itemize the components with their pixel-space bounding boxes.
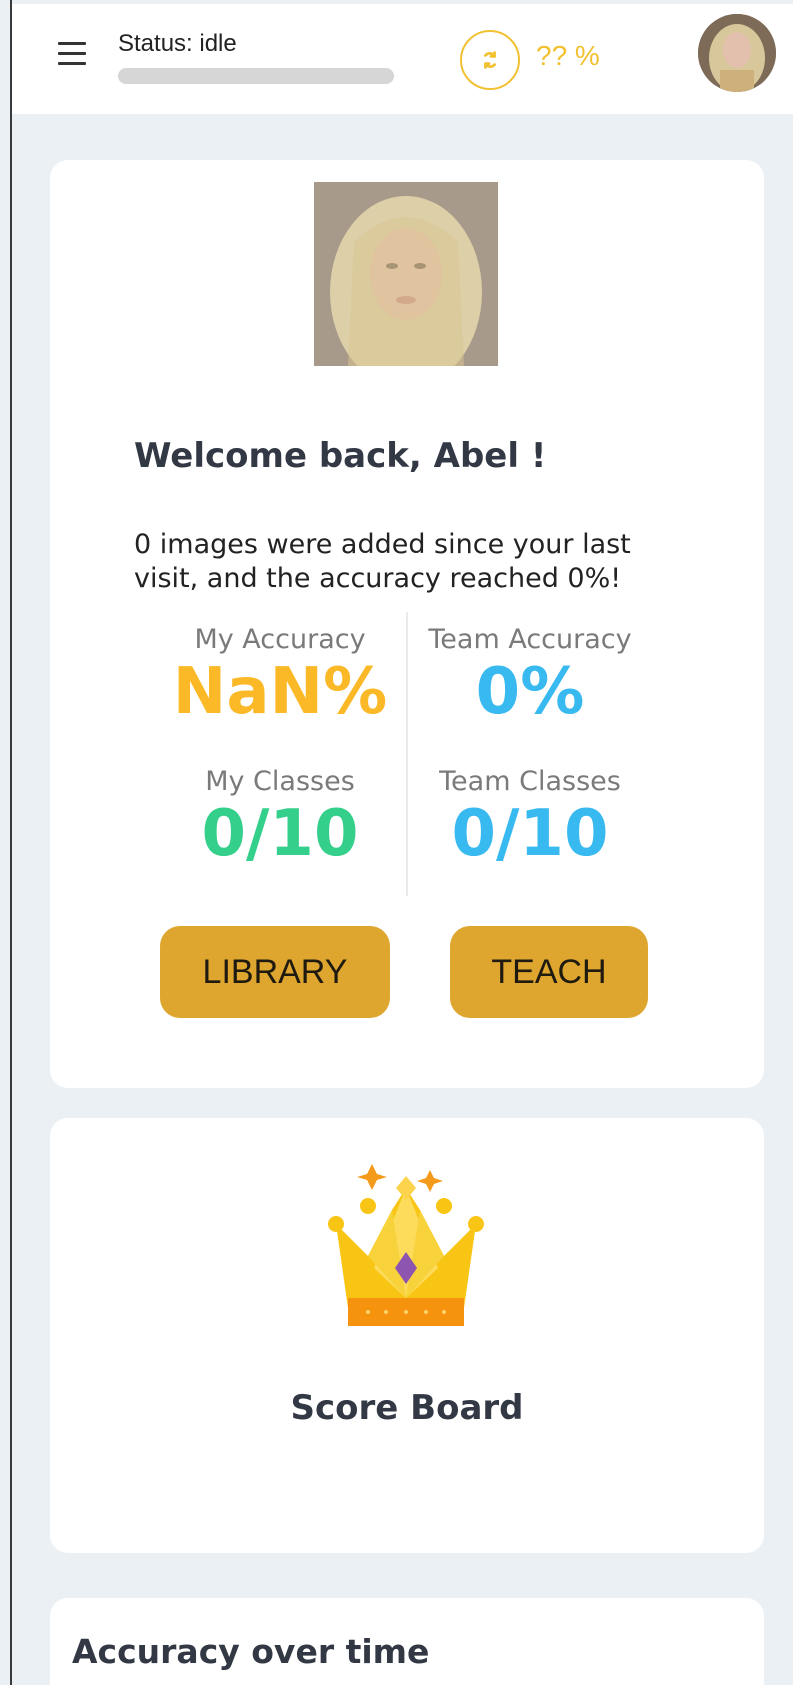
status-text: Status: idle xyxy=(118,30,237,57)
accuracy-percent-text: ?? % xyxy=(536,40,600,71)
teach-button[interactable]: TEACH xyxy=(450,926,648,1018)
team-classes-stat: Team Classes 0/10 xyxy=(400,766,660,871)
library-button[interactable]: LIBRARY xyxy=(160,926,390,1018)
crown-icon xyxy=(328,1164,484,1326)
top-bar: Status: idle ?? % xyxy=(12,4,793,114)
team-classes-value: 0/10 xyxy=(451,797,609,871)
sync-button[interactable] xyxy=(460,30,520,90)
team-classes-label: Team Classes xyxy=(439,766,621,797)
my-accuracy-value: NaN% xyxy=(172,655,388,729)
hamburger-menu-icon[interactable] xyxy=(58,42,88,66)
my-classes-label: My Classes xyxy=(205,766,355,797)
profile-photo xyxy=(314,182,498,366)
welcome-message: 0 images were added since your last visi… xyxy=(134,529,631,594)
user-avatar[interactable] xyxy=(698,14,776,92)
sync-icon xyxy=(484,51,496,69)
welcome-title: Welcome back, Abel ! xyxy=(134,436,547,476)
my-classes-value: 0/10 xyxy=(201,797,359,871)
accuracy-over-time-title: Accuracy over time xyxy=(72,1632,430,1671)
welcome-card: Welcome back, Abel ! 0 images were added… xyxy=(50,160,764,1088)
app-frame: Status: idle ?? % Welcome back, Abel ! 0… xyxy=(0,0,793,1685)
team-accuracy-stat: Team Accuracy 0% xyxy=(400,624,660,729)
status-progress-bar xyxy=(118,68,394,84)
team-accuracy-label: Team Accuracy xyxy=(428,624,632,655)
my-accuracy-stat: My Accuracy NaN% xyxy=(150,624,410,729)
my-classes-stat: My Classes 0/10 xyxy=(150,766,410,871)
score-board-card[interactable]: Score Board xyxy=(50,1118,764,1553)
score-board-title: Score Board xyxy=(290,1388,524,1428)
window-edge xyxy=(10,0,12,1685)
my-accuracy-label: My Accuracy xyxy=(194,624,366,655)
team-accuracy-value: 0% xyxy=(475,655,585,729)
accuracy-over-time-card: Accuracy over time xyxy=(50,1598,764,1685)
